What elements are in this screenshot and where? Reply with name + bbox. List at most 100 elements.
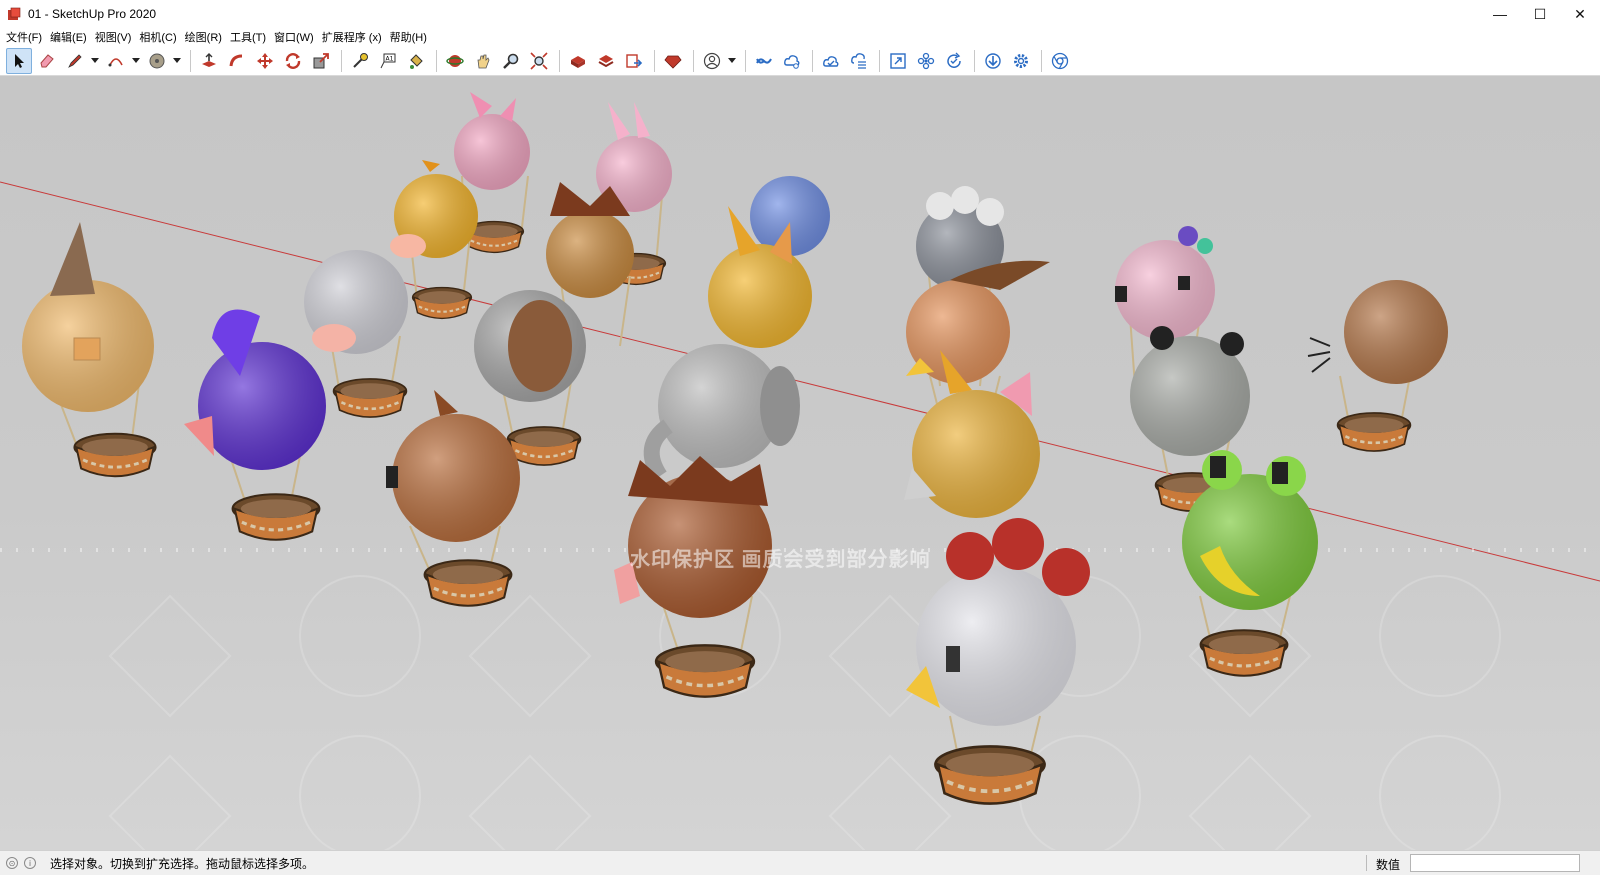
arc-tool-button[interactable] [103,48,129,74]
scale-tool-button[interactable] [308,48,334,74]
user-profile-icon [703,52,721,69]
scale-icon [313,52,329,68]
window-title: 01 - SketchUp Pro 2020 [28,7,157,21]
toolbar-separator [1041,49,1042,72]
balloon-white-chicken [906,518,1090,806]
toolbar-separator [654,49,655,72]
follow-me-icon [229,54,243,66]
toolbar-separator [436,49,437,72]
viewport-watermark: 水印保护区 画质会受到部分影响 [630,549,931,571]
info-icon[interactable]: i [24,857,36,869]
sketchup-window: 01 - SketchUp Pro 2020 — ☐ ✕ 文件(F) 编辑(E)… [0,0,1600,875]
status-message: 选择对象。切换到扩充选择。拖动鼠标选择多项。 [50,856,315,871]
minimize-button[interactable]: — [1480,0,1520,28]
text-label-icon: A1 [380,53,396,68]
components-flower-icon [917,52,935,69]
toolbar-separator [974,49,975,72]
balloon-grey-elephant [643,344,800,481]
measurements-input[interactable] [1410,854,1580,872]
fit-view-icon [890,52,906,69]
layout-send-button[interactable] [621,48,647,74]
balloon-orange-fox [22,222,158,478]
menu-bar: 文件(F) 编辑(E) 视图(V) 相机(C) 绘图(R) 工具(T) 窗口(W… [0,28,1600,46]
zoom-extents-icon [530,51,548,70]
title-bar: 01 - SketchUp Pro 2020 — ☐ ✕ [0,0,1600,28]
profile-dropdown-icon[interactable] [727,48,737,74]
menu-window[interactable]: 窗口(W) [272,29,320,45]
maximize-button[interactable]: ☐ [1520,0,1560,28]
download-circle-icon [985,52,1001,69]
push-pull-icon [202,52,216,67]
arc-dropdown-icon[interactable] [131,48,141,74]
text-tool-button[interactable]: A1 [375,48,401,74]
toolbar-separator [693,49,694,72]
menu-draw[interactable]: 绘图(R) [183,29,228,45]
3d-warehouse-button[interactable] [565,48,591,74]
chrome-browser-icon [1051,52,1069,69]
orbit-tool-button[interactable] [442,48,468,74]
toolbar-separator [559,49,560,72]
eraser-tool-button[interactable] [34,48,60,74]
main-toolbar: A1 [0,46,1600,76]
select-tool-button[interactable] [6,47,32,74]
tape-measure-icon [353,52,368,68]
download-button[interactable] [980,48,1006,74]
pencil-tool-button[interactable] [62,48,88,74]
follow-me-tool-button[interactable] [224,48,250,74]
menu-help[interactable]: 帮助(H) [388,29,433,45]
toolbar-separator [745,49,746,72]
balloon-brown-lion-front [614,456,772,699]
profile-button[interactable] [699,48,725,74]
window-controls: — ☐ ✕ [1480,0,1600,28]
rotate-icon [285,52,301,69]
shape-tool-button[interactable] [144,48,170,74]
floor-watermark-pattern [108,575,1501,850]
pan-tool-button[interactable] [470,48,496,74]
trimble-connect-icon [756,57,772,64]
toolbar-separator [879,49,880,72]
status-divider [1366,855,1367,871]
menu-camera[interactable]: 相机(C) [137,29,182,45]
zoom-tool-button[interactable] [498,48,524,74]
refresh-button[interactable] [941,48,967,74]
extension-warehouse-icon [598,54,614,67]
extension-warehouse-button[interactable] [593,48,619,74]
trimble-share-button[interactable] [779,48,805,74]
orbit-icon [446,54,464,67]
trimble-connect-button[interactable] [751,48,777,74]
cloud-check-icon [823,55,839,67]
scene-canvas [0,92,1600,850]
cloud-sync-button[interactable] [818,48,844,74]
status-bar: ⊙ i 选择对象。切换到扩充选择。拖动鼠标选择多项。 数值 [0,850,1600,875]
zoom-extents-tool-button[interactable] [526,48,552,74]
chrome-button[interactable] [1047,48,1073,74]
balloon-purple-bird [184,309,326,542]
menu-view[interactable]: 视图(V) [93,29,138,45]
geo-location-icon[interactable]: ⊙ [6,857,18,869]
menu-extensions[interactable]: 扩展程序 (x) [320,29,388,45]
warehouse-icon [571,55,585,68]
modeling-viewport[interactable]: 水印保护区 画质会受到部分影响 [0,76,1600,850]
menu-edit[interactable]: 编辑(E) [48,29,93,45]
sketchup-app-icon [8,7,21,20]
fit-view-button[interactable] [885,48,911,74]
circle-shape-icon [149,53,165,68]
pencil-dropdown-icon[interactable] [90,48,100,74]
move-tool-button[interactable] [252,48,278,74]
eraser-icon [40,53,54,67]
menu-file[interactable]: 文件(F) [4,29,48,45]
push-pull-tool-button[interactable] [196,48,222,74]
settings-button[interactable] [1008,48,1034,74]
cloud-share-icon [784,54,800,69]
components-button[interactable] [913,48,939,74]
menu-tools[interactable]: 工具(T) [228,29,272,45]
paint-bucket-tool-button[interactable] [403,48,429,74]
rotate-tool-button[interactable] [280,48,306,74]
shape-dropdown-icon[interactable] [172,48,182,74]
ruby-extension-button[interactable] [660,48,686,74]
cloud-list-icon [851,52,866,69]
select-arrow-icon [15,53,24,68]
cloud-list-button[interactable] [846,48,872,74]
close-button[interactable]: ✕ [1560,0,1600,28]
tape-measure-tool-button[interactable] [347,48,373,74]
